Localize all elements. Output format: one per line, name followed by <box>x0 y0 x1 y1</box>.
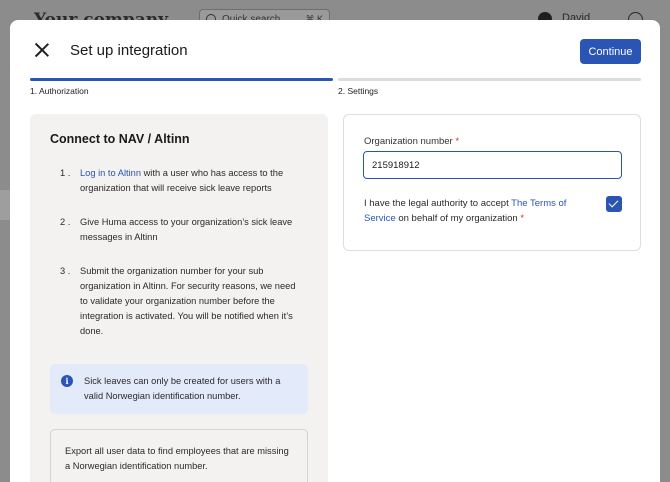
info-notice: i Sick leaves can only be created for us… <box>50 364 308 414</box>
step-label: 2. Settings <box>338 86 379 96</box>
instruction-step-2: 2 . Give Huma access to your organizatio… <box>60 215 300 245</box>
instruction-step-3: 3 . Submit the organization number for y… <box>60 264 300 339</box>
step-settings: 2. Settings <box>338 78 641 96</box>
panel-title: Connect to NAV / Altinn <box>50 132 190 146</box>
terms-consent-text: I have the legal authority to accept The… <box>364 198 567 224</box>
close-icon[interactable] <box>34 42 50 58</box>
instruction-text: Give Huma access to your organization’s … <box>80 217 293 242</box>
step-progress-bar <box>30 78 333 81</box>
altinn-login-link[interactable]: Log in to Altinn <box>80 168 141 178</box>
step-number: 2 . <box>60 217 71 227</box>
step-progress-bar <box>338 78 641 81</box>
background-row <box>0 190 10 220</box>
instruction-text: Submit the organization number for your … <box>80 266 296 336</box>
authorization-form: Organization number * I have the legal a… <box>343 114 641 251</box>
step-authorization: 1. Authorization <box>30 78 333 96</box>
setup-integration-modal: Set up integration Continue 1. Authoriza… <box>10 20 660 482</box>
instruction-step-1: 1 . Log in to Altinn with a user who has… <box>60 166 300 196</box>
org-number-input[interactable] <box>363 151 622 179</box>
terms-consent-checkbox[interactable] <box>606 196 622 212</box>
required-mark: * <box>517 213 525 224</box>
info-icon: i <box>61 375 73 387</box>
step-label: 1. Authorization <box>30 86 89 96</box>
export-card: Export all user data to find employees t… <box>50 429 308 482</box>
step-number: 3 . <box>60 266 71 276</box>
instructions-panel: Connect to NAV / Altinn 1 . Log in to Al… <box>30 114 328 482</box>
org-number-label: Organization number * <box>364 136 460 147</box>
step-number: 1 . <box>60 168 71 178</box>
info-text: Sick leaves can only be created for user… <box>84 376 281 401</box>
continue-button[interactable]: Continue <box>580 39 641 64</box>
modal-title: Set up integration <box>70 42 188 59</box>
required-mark: * <box>452 136 460 147</box>
export-text: Export all user data to find employees t… <box>65 446 289 471</box>
